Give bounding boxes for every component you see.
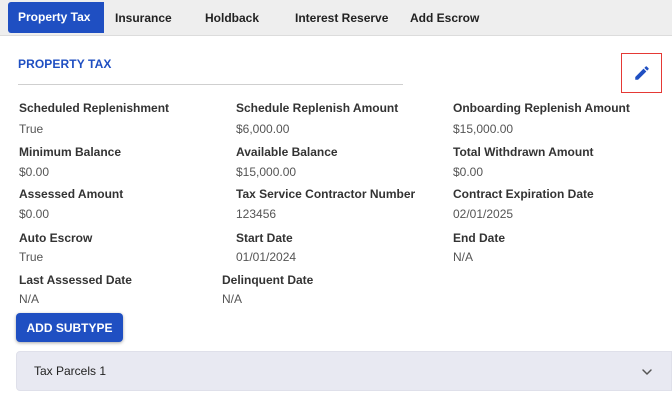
- minimum-balance-value: $0.00: [19, 165, 50, 179]
- last-assessed-date-label: Last Assessed Date: [19, 273, 132, 287]
- tab-add-escrow[interactable]: Add Escrow: [410, 0, 479, 36]
- escrow-tab-bar: Property Tax Insurance Holdback Interest…: [0, 0, 672, 36]
- auto-escrow-label: Auto Escrow: [19, 231, 93, 245]
- tab-holdback[interactable]: Holdback: [205, 0, 259, 36]
- assessed-amount-value: $0.00: [19, 207, 50, 221]
- chevron-down-icon[interactable]: [639, 364, 655, 380]
- tab-insurance[interactable]: Insurance: [115, 0, 172, 36]
- contract-expiration-date-value: 02/01/2025: [453, 207, 514, 221]
- end-date-label: End Date: [453, 231, 506, 245]
- accordion-title: Tax Parcels 1: [34, 364, 107, 378]
- tab-interest-reserve[interactable]: Interest Reserve: [295, 0, 388, 36]
- last-assessed-date-value: N/A: [19, 292, 40, 306]
- tab-property-tax[interactable]: Property Tax: [8, 2, 101, 33]
- total-withdrawn-amount-label: Total Withdrawn Amount: [453, 145, 594, 159]
- schedule-replenish-amount-label: Schedule Replenish Amount: [236, 101, 399, 115]
- total-withdrawn-amount-value: $0.00: [453, 165, 484, 179]
- section-divider: [18, 84, 403, 85]
- schedule-replenish-amount-value: $6,000.00: [236, 122, 290, 136]
- delinquent-date-value: N/A: [222, 292, 243, 306]
- end-date-value: N/A: [453, 250, 474, 264]
- available-balance-value: $15,000.00: [236, 165, 297, 179]
- start-date-value: 01/01/2024: [236, 250, 297, 264]
- delinquent-date-label: Delinquent Date: [222, 273, 314, 287]
- section-title: PROPERTY TAX: [18, 57, 112, 71]
- scheduled-replenishment-value: True: [19, 122, 44, 136]
- onboarding-replenish-amount-value: $15,000.00: [453, 122, 514, 136]
- assessed-amount-label: Assessed Amount: [19, 187, 124, 201]
- tax-parcels-accordion[interactable]: Tax Parcels 1: [16, 351, 672, 391]
- tax-service-contractor-number-value: 123456: [236, 207, 277, 221]
- auto-escrow-value: True: [19, 250, 44, 264]
- add-subtype-button[interactable]: ADD SUBTYPE: [16, 313, 123, 342]
- scheduled-replenishment-label: Scheduled Replenishment: [19, 101, 170, 115]
- tax-service-contractor-number-label: Tax Service Contractor Number: [236, 187, 416, 201]
- pencil-icon: [634, 66, 649, 80]
- edit-button[interactable]: [621, 53, 662, 93]
- available-balance-label: Available Balance: [236, 145, 338, 159]
- start-date-label: Start Date: [236, 231, 293, 245]
- minimum-balance-label: Minimum Balance: [19, 145, 122, 159]
- contract-expiration-date-label: Contract Expiration Date: [453, 187, 594, 201]
- onboarding-replenish-amount-label: Onboarding Replenish Amount: [453, 101, 630, 115]
- active-tab-indicator: [99, 2, 104, 33]
